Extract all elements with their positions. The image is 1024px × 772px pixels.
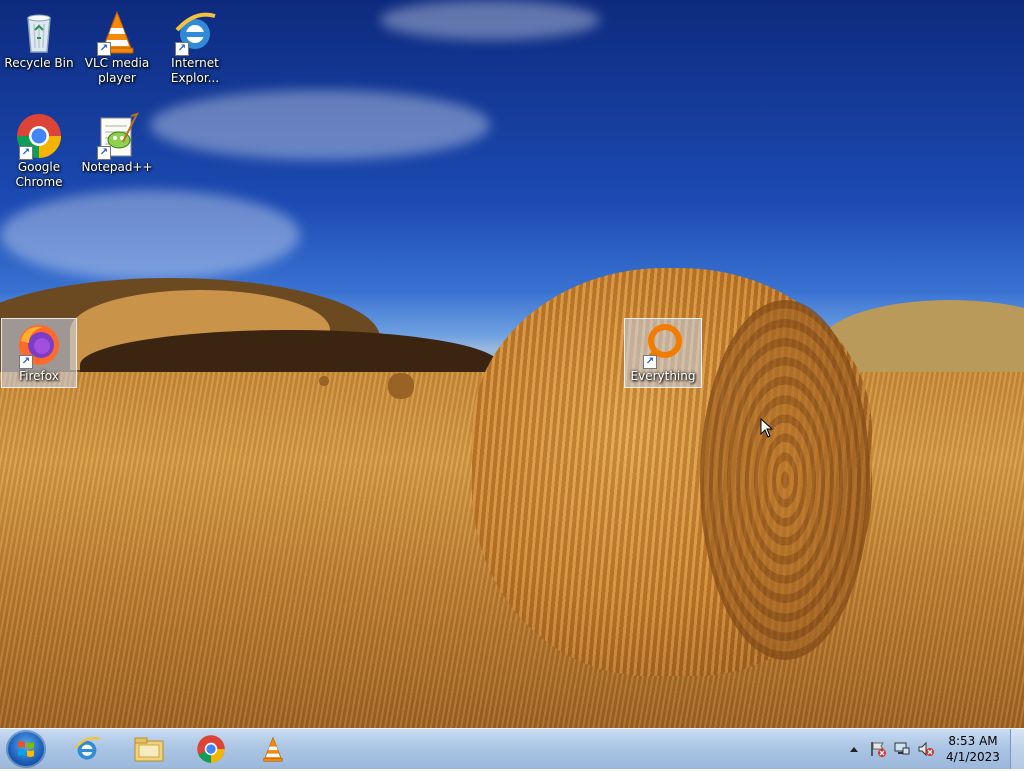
- recycle-bin-icon: [15, 8, 63, 56]
- volume-muted-icon[interactable]: [917, 740, 935, 758]
- internet-explorer-icon: [74, 736, 100, 760]
- desktop-icon-everything[interactable]: ↗ Everything: [624, 318, 702, 388]
- desktop-icon-label: Internet Explor...: [170, 56, 220, 85]
- taskbar-vlc[interactable]: [246, 731, 300, 767]
- shortcut-arrow-icon: ↗: [97, 146, 111, 160]
- everything-search-icon: ↗: [639, 321, 687, 369]
- desktop-icon-notepad-plus-plus[interactable]: ↗ Notepad++: [79, 110, 155, 198]
- folder-icon: [134, 737, 164, 762]
- windows-logo-icon: [18, 741, 34, 757]
- firefox-icon: ↗: [15, 321, 63, 369]
- wallpaper-cloud: [0, 190, 300, 280]
- desktop-icon-label: VLC media player: [84, 56, 150, 85]
- wallpaper-small-bale: [319, 376, 329, 386]
- mouse-cursor-icon: [760, 418, 774, 438]
- taskbar-google-chrome[interactable]: [184, 731, 238, 767]
- desktop-icon-label: Google Chrome: [15, 160, 63, 189]
- show-desktop-button[interactable]: [1010, 729, 1024, 769]
- desktop-icon-firefox[interactable]: ↗ Firefox: [1, 318, 77, 388]
- chrome-icon: [197, 735, 225, 763]
- taskbar: 8:53 AM 4/1/2023: [0, 728, 1024, 769]
- wallpaper-cloud: [380, 0, 600, 40]
- shortcut-arrow-icon: ↗: [19, 146, 33, 160]
- notepad-plus-plus-icon: ↗: [93, 112, 141, 160]
- desktop-icon-google-chrome[interactable]: ↗ Google Chrome: [1, 110, 77, 198]
- desktop-icon-label: Firefox: [19, 369, 59, 383]
- notification-area: [842, 729, 938, 769]
- desktop-icon-vlc[interactable]: ↗ VLC media player: [79, 6, 155, 94]
- start-button[interactable]: [6, 730, 46, 768]
- desktop-icon-label: Notepad++: [81, 160, 153, 174]
- desktop[interactable]: Recycle Bin ↗ VLC media player ↗ Interne: [0, 0, 1024, 728]
- taskbar-windows-explorer[interactable]: [122, 731, 176, 767]
- vlc-icon: ↗: [93, 8, 141, 56]
- taskbar-internet-explorer[interactable]: [60, 731, 114, 767]
- clock-time: 8:53 AM: [948, 734, 998, 748]
- shortcut-arrow-icon: ↗: [19, 355, 33, 369]
- shortcut-arrow-icon: ↗: [175, 42, 189, 56]
- internet-explorer-icon: ↗: [171, 8, 219, 56]
- clock-date: 4/1/2023: [946, 750, 1000, 764]
- action-center-flag-icon[interactable]: [869, 740, 887, 758]
- system-clock[interactable]: 8:53 AM 4/1/2023: [940, 733, 1006, 765]
- wallpaper-small-bale: [388, 373, 414, 399]
- wallpaper-cloud: [150, 90, 490, 160]
- wallpaper-hay-bale-face: [700, 300, 870, 660]
- desktop-icon-internet-explorer[interactable]: ↗ Internet Explor...: [157, 6, 233, 94]
- shortcut-arrow-icon: ↗: [97, 42, 111, 56]
- chrome-icon: ↗: [15, 112, 63, 160]
- desktop-icon-label: Recycle Bin: [4, 56, 74, 70]
- desktop-icon-recycle-bin[interactable]: Recycle Bin: [1, 6, 77, 94]
- vlc-icon: [263, 736, 283, 762]
- show-hidden-icons-icon[interactable]: [845, 740, 863, 758]
- shortcut-arrow-icon: ↗: [643, 355, 657, 369]
- desktop-icon-label: Everything: [630, 369, 696, 383]
- network-icon[interactable]: [893, 740, 911, 758]
